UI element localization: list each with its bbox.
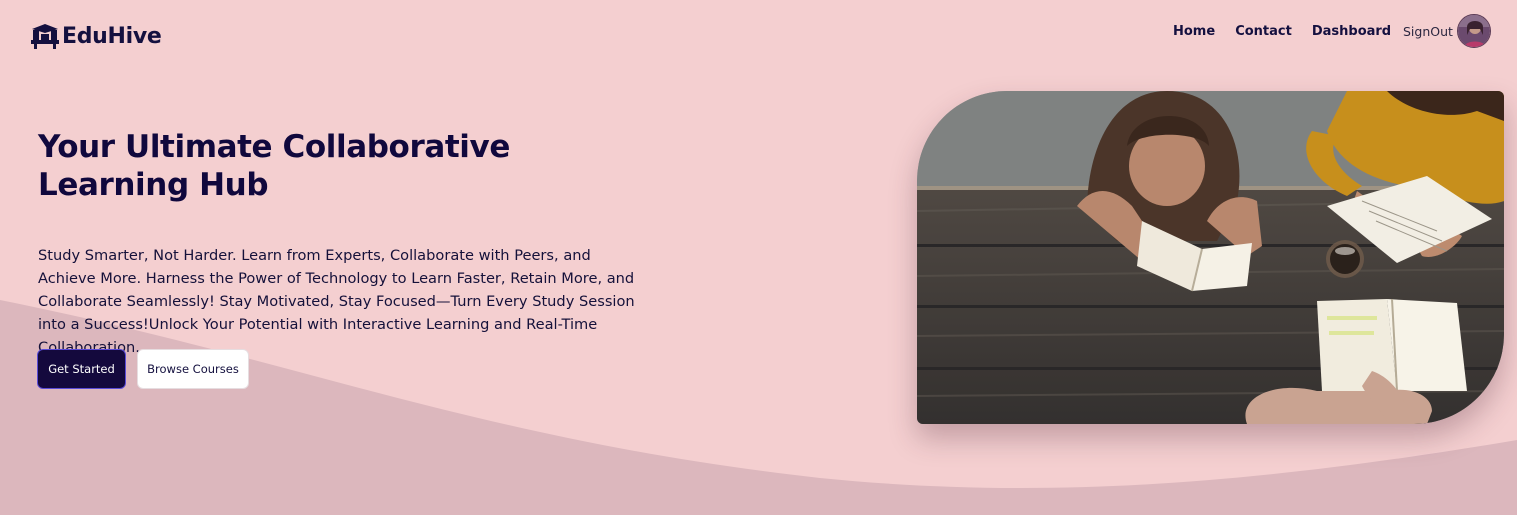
nav-home-link[interactable]: Home: [1173, 24, 1215, 39]
get-started-button[interactable]: Get Started: [37, 349, 126, 389]
brand-name: EduHive: [62, 23, 162, 49]
hero-title: Your Ultimate Collaborative Learning Hub: [38, 129, 510, 203]
navbar: EduHive Home Contact Dashboard SignOut: [0, 0, 1517, 70]
signout-link[interactable]: SignOut: [1403, 24, 1453, 39]
avatar-icon: [1458, 15, 1490, 47]
nav-contact-link[interactable]: Contact: [1235, 24, 1292, 39]
students-studying-illustration: [917, 91, 1504, 424]
nav-links: Home Contact Dashboard: [1173, 24, 1411, 39]
brand-logo[interactable]: EduHive: [30, 22, 162, 50]
hero-buttons: Get Started Browse Courses: [37, 349, 249, 389]
hero-image: [917, 91, 1504, 424]
nav-dashboard-link[interactable]: Dashboard: [1312, 24, 1391, 39]
browse-courses-button[interactable]: Browse Courses: [137, 349, 249, 389]
hero-description: Study Smarter, Not Harder. Learn from Ex…: [38, 247, 635, 356]
user-avatar[interactable]: [1457, 14, 1491, 48]
graduation-books-icon: [31, 24, 59, 49]
hero-section: Your Ultimate Collaborative Learning Hub…: [38, 128, 638, 359]
